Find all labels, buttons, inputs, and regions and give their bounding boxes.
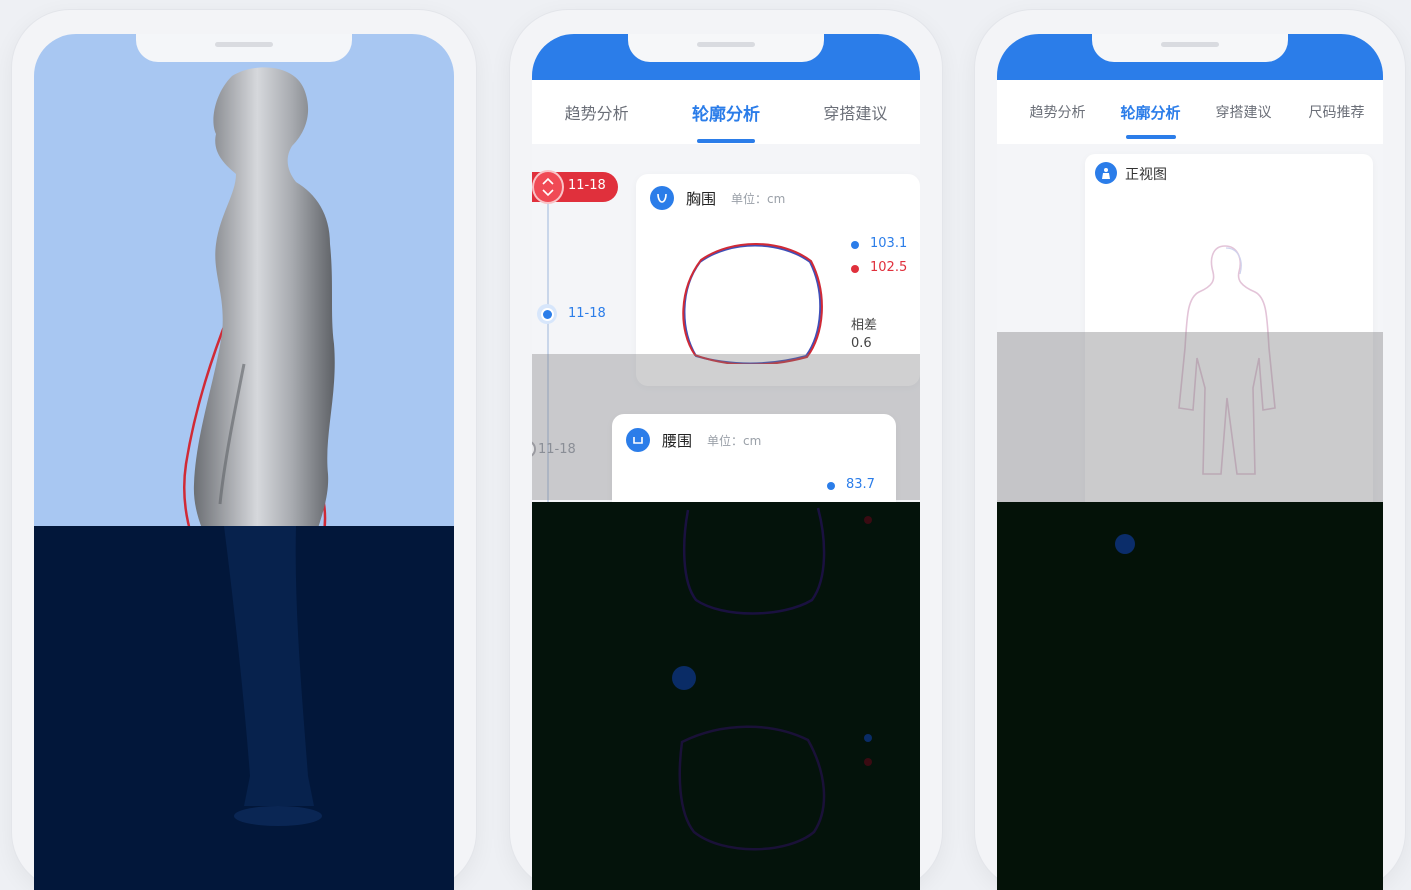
analysis-tab-bar: 趋势分析 轮廓分析 穿搭建议 尺码推荐 [997,80,1383,144]
timeline-date[interactable]: 11-18 [568,306,606,321]
tab-contour-analysis[interactable]: 轮廓分析 [661,100,790,143]
tab-contour-analysis[interactable]: 轮廓分析 [1104,102,1197,139]
tab-label: 趋势分析 [564,104,629,123]
contour-outlines-dark [672,507,872,851]
legend-value-current: 83.7 [846,477,875,492]
tab-label: 穿搭建议 [1215,105,1272,121]
unit-label: 单位：cm [707,434,762,448]
difference-label: 相差 [851,318,878,333]
tab-label: 轮廓分析 [1120,103,1181,122]
waist-icon [626,428,650,452]
tab-label: 穿搭建议 [823,104,888,123]
timeline-dot-selected[interactable] [537,304,557,324]
phone-notch [136,34,352,62]
contour-analysis-screen: 趋势分析 轮廓分析 穿搭建议 11-18 11-18 胸围 单位：cm 103.… [532,34,920,890]
phone-front-view: 趋势分析 轮廓分析 穿搭建议 尺码推荐 正视图 [975,10,1405,890]
phone-notch [628,34,824,62]
legend-dot-current [851,241,859,249]
tab-label: 趋势分析 [1029,105,1086,121]
legend-dot-current [827,482,835,490]
screen-dark-region [997,502,1383,890]
tab-outfit-suggestion[interactable]: 穿搭建议 [791,100,920,124]
legend-dot-compare [851,265,859,273]
timeline-date: 11-18 [568,178,606,193]
dark-blue-marker [1115,534,1135,554]
card-title: 胸围 [686,190,717,208]
chest-icon [650,186,674,210]
unit-label: 单位：cm [731,192,786,206]
tab-size-recommendation[interactable]: 尺码推荐 [1290,102,1383,122]
card-title: 腰围 [662,432,693,450]
phone-body-3d-view [12,10,476,890]
phone-contour-analysis: 趋势分析 轮廓分析 穿搭建议 11-18 11-18 胸围 单位：cm 103.… [510,10,942,890]
difference-value: 0.6 [851,336,872,351]
tab-trend-analysis[interactable]: 趋势分析 [1011,102,1104,122]
front-view-screen: 趋势分析 轮廓分析 穿搭建议 尺码推荐 正视图 [997,34,1383,890]
tab-label: 尺码推荐 [1308,105,1365,121]
legend-value-current: 103.1 [870,236,908,251]
tab-label: 轮廓分析 [691,104,760,125]
view-title: 正视图 [1125,167,1167,183]
tab-trend-analysis[interactable]: 趋势分析 [532,100,661,124]
waist-contour-card[interactable]: 腰围 单位：cm 83.7 [612,414,896,514]
timeline-handle[interactable] [534,172,562,202]
tab-outfit-suggestion[interactable]: 穿搭建议 [1197,102,1290,122]
tab-active-indicator [696,138,755,143]
tab-active-indicator [1125,134,1176,139]
front-view-icon [1095,162,1117,184]
legs-silhouette [224,526,322,826]
chest-contour-outline [682,243,823,364]
chevron-up-down-icon [542,177,554,197]
analysis-tab-bar: 趋势分析 轮廓分析 穿搭建议 [532,80,920,144]
legend-value-compare: 102.5 [870,260,908,275]
body-model-screen [34,34,454,890]
timeline-date[interactable]: 11-18 [538,442,576,457]
phone-notch [1092,34,1288,62]
screen-dimmed-band [997,332,1383,502]
